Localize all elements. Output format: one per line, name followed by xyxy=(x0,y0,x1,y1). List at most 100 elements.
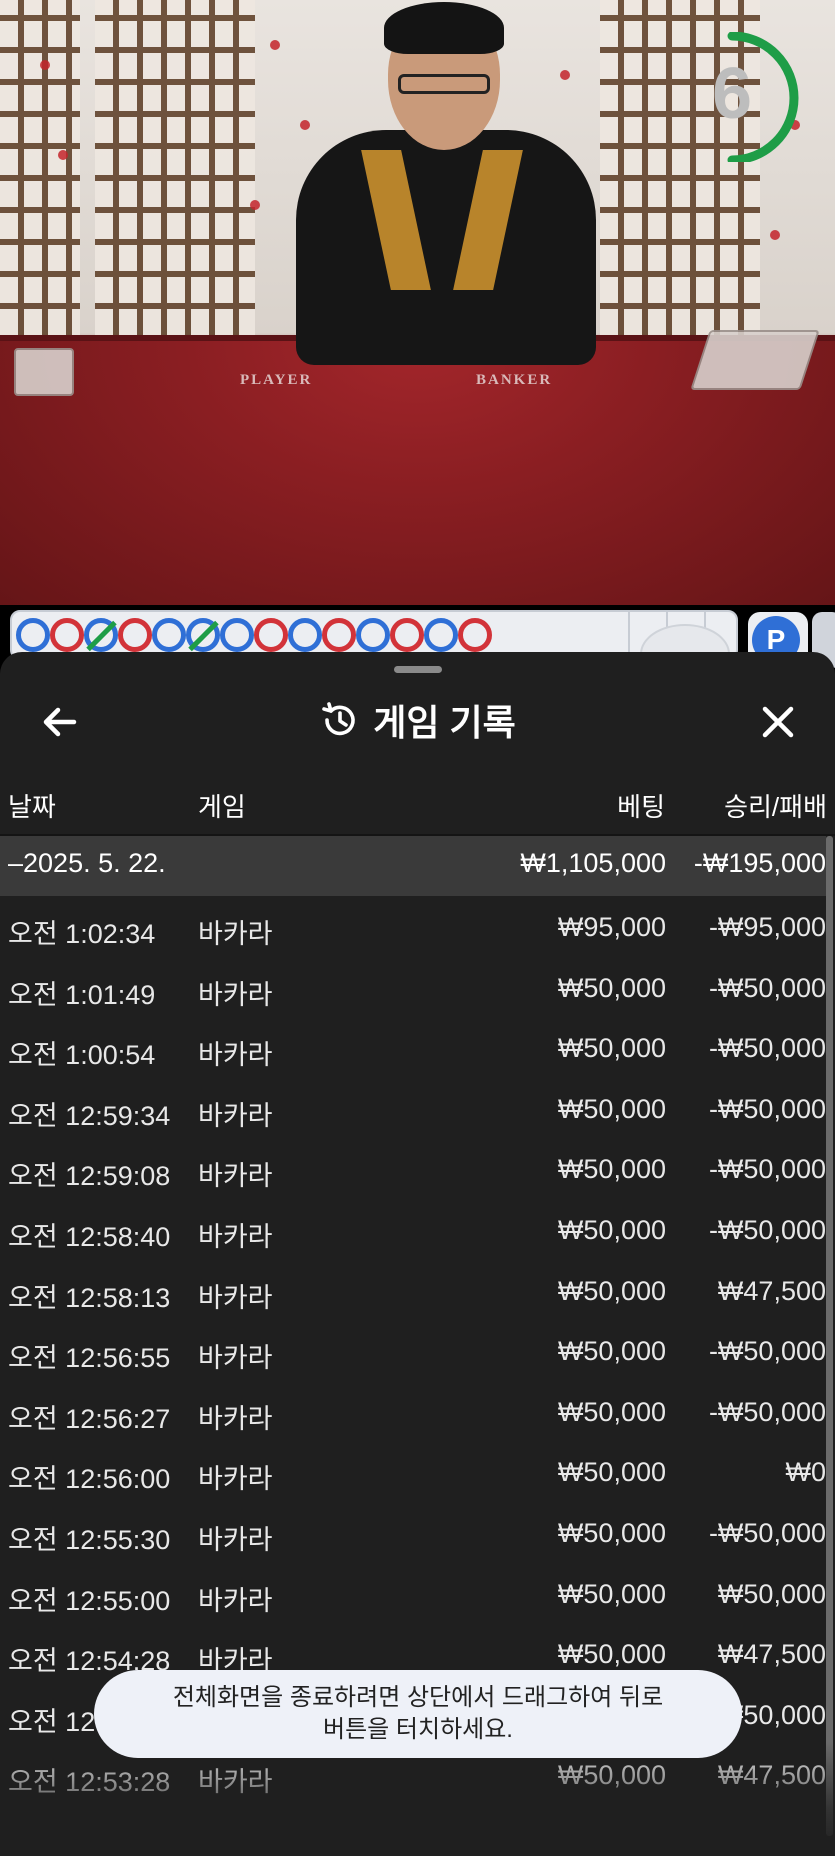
summary-date: –2025. 5. 22. xyxy=(8,848,166,878)
felt-player-label: PLAYER xyxy=(240,372,313,388)
lattice-screen-left-edge xyxy=(0,0,80,335)
summary-result-total: -₩195,000 xyxy=(693,848,826,878)
row-time: 오전 12:56:27 xyxy=(8,1403,171,1434)
row-result: -₩95,000 xyxy=(708,912,826,942)
column-header-result[interactable]: 승리/패배 xyxy=(724,787,827,824)
row-time: 오전 12:53:28 xyxy=(8,1767,171,1798)
row-result: ₩47,500 xyxy=(717,1760,826,1791)
row-game: 바카라 xyxy=(198,979,273,1010)
road-bead-blue xyxy=(288,618,322,652)
road-bead-blue xyxy=(16,618,50,652)
discard-tray xyxy=(14,348,74,396)
row-result: ₩47,500 xyxy=(717,1275,826,1306)
row-time: 오전 12:58:13 xyxy=(8,1282,171,1313)
page-title: 게임 기록 xyxy=(373,702,516,743)
row-game: 바카라 xyxy=(198,1464,273,1495)
sheet-header: 게임 기록 xyxy=(0,692,835,748)
date-group-summary[interactable]: –2025. 5. 22. ₩1,105,000 -₩195,000 xyxy=(0,836,826,896)
row-time: 오전 12:56:55 xyxy=(8,1343,171,1374)
row-bet: ₩50,000 xyxy=(557,1214,666,1245)
row-time: 오전 1:00:54 xyxy=(8,1040,156,1071)
row-bet: ₩50,000 xyxy=(557,1457,666,1488)
row-game: 바카라 xyxy=(198,1161,273,1192)
row-game: 바카라 xyxy=(198,1343,273,1374)
road-bead-tie xyxy=(84,618,118,652)
history-row[interactable]: 오전 12:56:27 바카라 ₩50,000 -₩50,000 xyxy=(0,1381,826,1442)
close-button[interactable] xyxy=(756,700,800,744)
row-bet: ₩50,000 xyxy=(557,1760,666,1791)
history-icon xyxy=(322,702,356,736)
road-bead-blue xyxy=(152,618,186,652)
row-game: 바카라 xyxy=(198,1524,273,1555)
row-bet: ₩50,000 xyxy=(557,1639,666,1670)
summary-bet-total: ₩1,105,000 xyxy=(520,848,666,878)
close-icon xyxy=(762,706,794,738)
road-bead-red xyxy=(322,618,356,652)
row-game: 바카라 xyxy=(198,1767,273,1798)
road-bead-red xyxy=(390,618,424,652)
row-result: -₩50,000 xyxy=(708,1517,826,1548)
row-result: -₩50,000 xyxy=(708,1154,826,1185)
row-time: 오전 12:56:00 xyxy=(8,1464,171,1495)
dealer xyxy=(296,130,596,365)
row-time: 오전 12:55:30 xyxy=(8,1524,171,1555)
row-result: ₩47,500 xyxy=(717,1639,826,1670)
row-time: 오전 1:01:49 xyxy=(8,979,156,1010)
history-row[interactable]: 오전 12:56:00 바카라 ₩50,000 ₩0 xyxy=(0,1441,826,1502)
history-row[interactable]: 오전 12:59:08 바카라 ₩50,000 -₩50,000 xyxy=(0,1138,826,1199)
live-video-feed: PLAYER BANKER 6 xyxy=(0,0,835,605)
history-row[interactable]: 오전 12:55:30 바카라 ₩50,000 -₩50,000 xyxy=(0,1502,826,1563)
drag-handle[interactable] xyxy=(394,666,442,673)
row-game: 바카라 xyxy=(198,919,273,949)
column-header-game[interactable]: 게임 xyxy=(198,787,246,824)
countdown-timer: 6 xyxy=(692,31,802,165)
card-shoe xyxy=(690,330,820,390)
row-result: -₩50,000 xyxy=(708,972,826,1003)
row-time: 오전 12:55:00 xyxy=(8,1585,171,1616)
road-bead-red xyxy=(458,618,492,652)
row-time: 오전 12:58:40 xyxy=(8,1221,171,1252)
road-bead-red xyxy=(118,618,152,652)
row-time: 오전 12:59:08 xyxy=(8,1161,171,1192)
scrollbar[interactable] xyxy=(826,836,833,1836)
row-result: ₩0 xyxy=(785,1457,827,1488)
history-row[interactable]: 오전 1:02:34 바카라 ₩95,000 -₩95,000 xyxy=(0,896,826,957)
row-bet: ₩50,000 xyxy=(557,1517,666,1548)
countdown-number: 6 xyxy=(711,54,753,134)
dealer-glasses xyxy=(398,74,490,94)
road-bead-blue xyxy=(356,618,390,652)
row-result: -₩50,000 xyxy=(708,1214,826,1245)
row-game: 바카라 xyxy=(198,1221,273,1252)
row-bet: ₩50,000 xyxy=(557,1093,666,1124)
road-bead-red xyxy=(50,618,84,652)
row-game: 바카라 xyxy=(198,1100,273,1131)
row-bet: ₩50,000 xyxy=(557,1275,666,1306)
road-bead-blue xyxy=(220,618,254,652)
row-time: 오전 12:59:34 xyxy=(8,1100,171,1131)
road-bead-tie xyxy=(186,618,220,652)
row-game: 바카라 xyxy=(198,1040,273,1071)
row-game: 바카라 xyxy=(198,1282,273,1313)
road-bead-blue xyxy=(424,618,458,652)
toast-line-1: 전체화면을 종료하려면 상단에서 드래그하여 뒤로 xyxy=(172,1684,664,1711)
history-row[interactable]: 오전 1:01:49 바카라 ₩50,000 -₩50,000 xyxy=(0,957,826,1018)
history-row[interactable]: 오전 12:59:34 바카라 ₩50,000 -₩50,000 xyxy=(0,1078,826,1139)
tie-slash-icon xyxy=(188,620,219,652)
row-bet: ₩50,000 xyxy=(557,1396,666,1427)
history-row[interactable]: 오전 12:58:13 바카라 ₩50,000 ₩47,500 xyxy=(0,1260,826,1321)
history-row[interactable]: 오전 12:56:55 바카라 ₩50,000 -₩50,000 xyxy=(0,1320,826,1381)
toast-line-2: 버튼을 터치하세요. xyxy=(323,1716,513,1743)
history-row[interactable]: 오전 12:58:40 바카라 ₩50,000 -₩50,000 xyxy=(0,1199,826,1260)
row-time: 오전 1:02:34 xyxy=(8,919,156,949)
felt-banker-label: BANKER xyxy=(476,372,553,388)
row-result: -₩50,000 xyxy=(708,1093,826,1124)
row-bet: ₩50,000 xyxy=(557,1578,666,1609)
column-header-bet[interactable]: 베팅 xyxy=(617,787,665,824)
row-bet: ₩50,000 xyxy=(557,1033,666,1064)
row-game: 바카라 xyxy=(198,1403,273,1434)
history-row[interactable]: 오전 1:00:54 바카라 ₩50,000 -₩50,000 xyxy=(0,1017,826,1078)
road-bead-red xyxy=(254,618,288,652)
row-bet: ₩50,000 xyxy=(557,1154,666,1185)
column-header-date[interactable]: 날짜 xyxy=(8,787,56,824)
history-row[interactable]: 오전 12:55:00 바카라 ₩50,000 ₩50,000 xyxy=(0,1563,826,1624)
